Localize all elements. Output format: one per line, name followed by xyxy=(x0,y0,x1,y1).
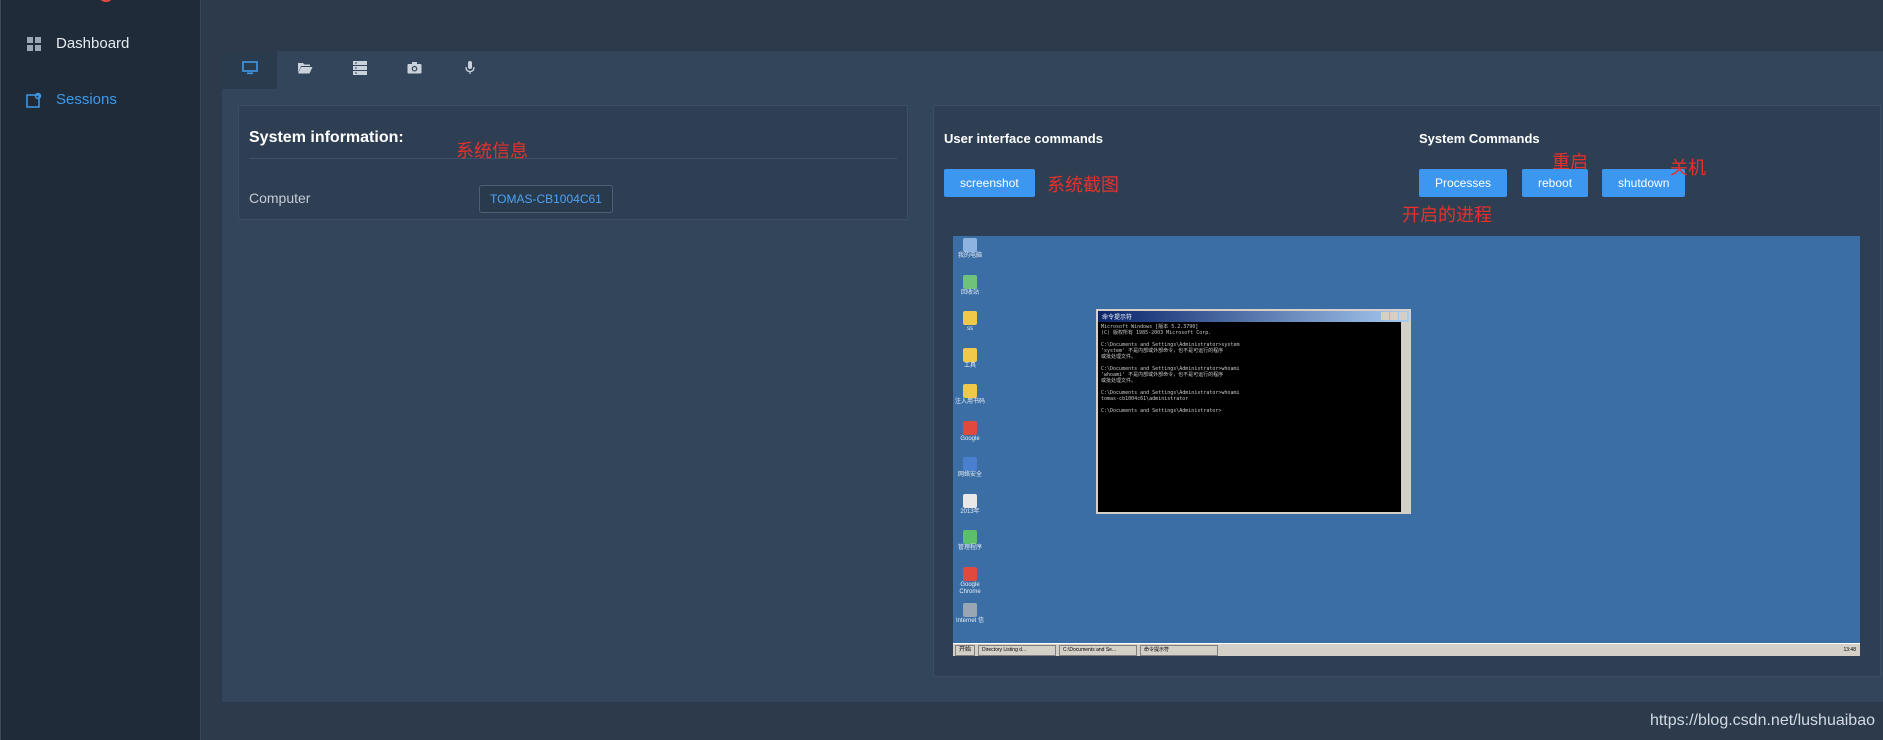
desktop-icon: 2013年 xyxy=(953,493,987,516)
taskbar-item: C:\Documents and Se... xyxy=(1059,644,1138,656)
maximize-icon xyxy=(1390,312,1398,320)
close-icon xyxy=(1399,312,1407,320)
taskbar-item: 命令提示符 xyxy=(1140,644,1219,656)
start-button: 开始 xyxy=(955,644,976,656)
system-info-title: System information: xyxy=(249,129,404,146)
tab-files[interactable] xyxy=(277,51,332,89)
desktop-icon-glyph xyxy=(963,566,977,581)
desktop-icon: 注入用书码 xyxy=(953,384,987,406)
taskbar-item: Directory Listing d... xyxy=(978,644,1057,656)
command-prompt-window: 命令提示符 Microsoft Windows [版本 5.2.3790] (C)… xyxy=(1096,309,1411,514)
tab-system[interactable] xyxy=(222,51,277,89)
desktop-icon-label: 回收站 xyxy=(960,289,979,296)
desktop-icon-label: Internet 信 xyxy=(955,618,984,624)
desktop-icon: ss xyxy=(953,311,987,333)
desktop-icon: 我的电脑 xyxy=(953,238,987,260)
desktop-icon-label: 2013年 xyxy=(960,508,980,515)
desktop-icon-label: 工具 xyxy=(963,362,976,369)
processes-button[interactable]: Processes xyxy=(1419,169,1508,197)
desktop-icon-glyph xyxy=(963,384,977,398)
sidebar: Dashboard Sessions xyxy=(0,0,201,740)
session-icon xyxy=(26,92,42,108)
sidebar-item-label: Dashboard xyxy=(56,35,130,52)
desktop-icon-glyph xyxy=(963,420,977,435)
system-info-card: System information: Computer TOMAS-CB100… xyxy=(238,105,908,220)
window-titlebar: 命令提示符 xyxy=(1098,311,1409,322)
desktop-icon-glyph xyxy=(963,530,977,544)
annotation-processes: 开启的进程 xyxy=(1402,205,1492,226)
desktop-icon: Internet 信 xyxy=(953,603,987,625)
grid-icon xyxy=(26,36,42,52)
desktop-icon: Google Chrome xyxy=(953,566,987,596)
screenshot-button[interactable]: screenshot xyxy=(944,169,1035,197)
watermark: https://blog.csdn.net/lushuaibao xyxy=(1649,712,1875,729)
desktop-icon-glyph xyxy=(963,493,977,508)
desktop-icon: Google xyxy=(953,420,987,443)
commands-card: User interface commands System Commands … xyxy=(933,105,1881,677)
desktop-icon: 工具 xyxy=(953,347,987,370)
desktop-icon-label: 网络安全 xyxy=(957,472,982,478)
annotation-system-info: 系统信息 xyxy=(456,141,528,162)
folder-open-icon xyxy=(297,61,313,80)
annotation-shutdown: 关机 xyxy=(1670,158,1706,179)
desktop-icon-label: ss xyxy=(967,326,973,332)
screenshot-preview: 我的电脑回收站 ss 工具注入用书码 Google 网络安全 2013年管理程序 Googl… xyxy=(953,236,1860,656)
monitor-icon xyxy=(241,60,258,80)
desktop-icon: 管理程序 xyxy=(953,530,987,552)
annotation-screenshot: 系统截图 xyxy=(1047,175,1119,196)
computer-label: Computer xyxy=(249,190,311,206)
desktop-icon-glyph xyxy=(963,457,977,471)
system-commands-heading: System Commands xyxy=(1419,131,1540,146)
session-panel: System information: Computer TOMAS-CB100… xyxy=(222,51,1883,702)
tab-microphone[interactable] xyxy=(442,51,497,89)
divider xyxy=(249,158,897,159)
computer-name-badge: TOMAS-CB1004C61 xyxy=(479,185,613,213)
desktop-icon-glyph xyxy=(963,274,977,289)
tab-processes[interactable] xyxy=(332,51,387,89)
taskbar: 开始 Directory Listing d... C:\Documents a… xyxy=(953,643,1860,656)
desktop-icon-glyph xyxy=(963,603,977,617)
desktop-icon: 网络安全 xyxy=(953,457,987,479)
sidebar-item-sessions[interactable]: Sessions xyxy=(26,91,117,108)
sidebar-item-label: Sessions xyxy=(56,91,117,108)
desktop-icon-label: Google Chrome xyxy=(959,581,981,595)
desktop-icon-label: Google xyxy=(960,435,980,442)
desktop-icon-glyph xyxy=(963,347,977,362)
tab-camera[interactable] xyxy=(387,51,442,89)
camera-icon xyxy=(407,61,422,79)
microphone-icon xyxy=(464,60,475,80)
minimize-icon xyxy=(1381,312,1389,320)
sidebar-item-dashboard[interactable]: Dashboard xyxy=(26,35,129,52)
tab-bar xyxy=(222,51,497,89)
desktop-icon-label: 我的电脑 xyxy=(957,253,982,259)
annotation-reboot: 重启 xyxy=(1552,152,1588,173)
desktop-icon: 回收站 xyxy=(953,274,987,297)
taskbar-clock: 13:48 xyxy=(1843,647,1856,653)
brand-logo xyxy=(98,0,114,2)
desktop-icon-label: 管理程序 xyxy=(957,545,982,551)
desktop-icon-glyph xyxy=(963,238,977,252)
desktop-icon-label: 注入用书码 xyxy=(954,399,985,405)
ui-commands-heading: User interface commands xyxy=(944,131,1103,146)
desktop-icon-glyph xyxy=(963,311,977,325)
console-line: C:\Documents and Settings\Administrator> xyxy=(1101,408,1222,414)
console-output: Microsoft Windows [版本 5.2.3790] (C) 版权所有 … xyxy=(1098,322,1409,416)
scrollbar xyxy=(1401,322,1409,512)
window-title: 命令提示符 xyxy=(1102,315,1133,321)
window-controls xyxy=(1381,312,1407,320)
server-icon xyxy=(352,60,367,80)
